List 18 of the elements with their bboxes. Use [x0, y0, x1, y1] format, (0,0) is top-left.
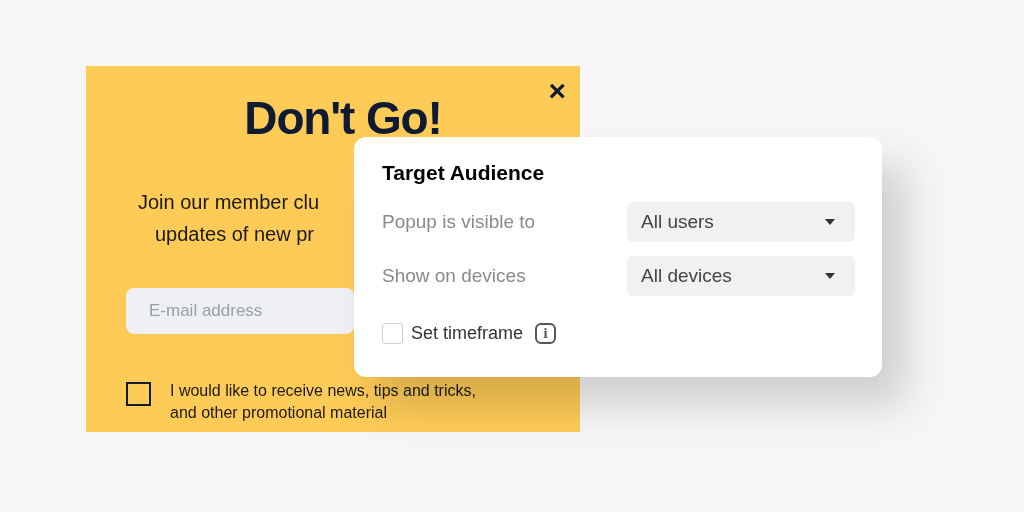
- panel-title: Target Audience: [382, 160, 546, 186]
- caret-icon: [825, 273, 835, 279]
- timeframe-checkbox[interactable]: [382, 323, 403, 344]
- intro-text: updates of new pr: [155, 222, 314, 247]
- consent-label: and other promotional material: [170, 403, 387, 423]
- email-field[interactable]: E-mail address: [126, 288, 354, 334]
- field-label: Show on devices: [382, 263, 526, 288]
- timeframe-label: Set timeframe: [411, 322, 524, 345]
- popup-title: Don't Go!: [243, 91, 443, 146]
- consent-label: I would like to receive news, tips and tricks,: [170, 381, 476, 401]
- info-icon[interactable]: i: [535, 323, 557, 344]
- close-button[interactable]: ×: [548, 76, 566, 106]
- dropdown[interactable]: All users: [627, 202, 855, 242]
- dropdown[interactable]: All devices: [627, 256, 855, 296]
- consent-checkbox[interactable]: [126, 382, 151, 406]
- intro-text: Join our member clu: [138, 190, 320, 215]
- caret-icon: [825, 219, 835, 225]
- field-label: Popup is visible to: [382, 209, 536, 234]
